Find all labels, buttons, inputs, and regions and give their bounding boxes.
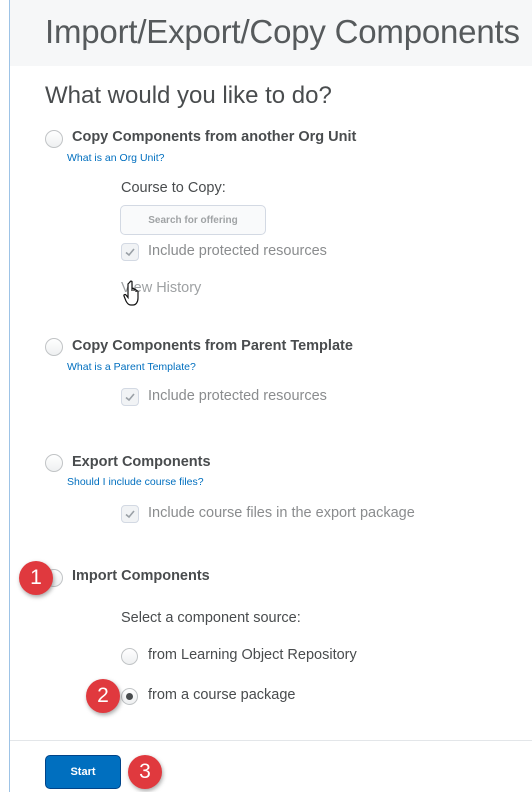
course-to-copy-label: Course to Copy: <box>121 180 226 196</box>
selected-dot-icon <box>126 693 133 700</box>
checkmark-icon <box>125 248 135 257</box>
import-export-panel: Import/Export/Copy Components What would… <box>9 0 532 792</box>
footer-divider <box>10 740 532 741</box>
radio-copy-from-org-unit[interactable] <box>45 130 63 148</box>
page-header: Import/Export/Copy Components <box>10 0 532 66</box>
source-course-package-label: from a course package <box>148 687 296 703</box>
export-components-label: Export Components <box>72 454 211 470</box>
radio-copy-from-parent-template[interactable] <box>45 338 63 356</box>
include-protected-label-parent: Include protected resources <box>148 388 327 404</box>
org-unit-help-link[interactable]: What is an Org Unit? <box>67 152 164 164</box>
copy-from-org-unit-label: Copy Components from another Org Unit <box>72 129 357 145</box>
callout-badge-3: 3 <box>128 755 162 789</box>
include-protected-label-org: Include protected resources <box>148 243 327 259</box>
hand-pointer-cursor-icon <box>123 280 139 306</box>
source-learning-object-repository-label: from Learning Object Repository <box>148 647 357 663</box>
search-offering-input[interactable] <box>120 205 266 235</box>
include-course-files-label: Include course files in the export packa… <box>148 505 415 521</box>
parent-template-help-link[interactable]: What is a Parent Template? <box>67 361 196 373</box>
import-components-label: Import Components <box>72 568 210 584</box>
checkmark-icon <box>125 510 135 519</box>
radio-export-components[interactable] <box>45 454 63 472</box>
callout-badge-2: 2 <box>86 679 120 713</box>
question-heading: What would you like to do? <box>45 82 332 109</box>
callout-badge-1: 1 <box>19 561 53 595</box>
checkmark-icon <box>125 393 135 402</box>
include-course-files-checkbox[interactable] <box>121 505 139 523</box>
page-title: Import/Export/Copy Components <box>45 13 520 50</box>
component-source-prompt: Select a component source: <box>121 610 301 626</box>
start-button[interactable]: Start <box>45 755 121 789</box>
copy-from-parent-template-label: Copy Components from Parent Template <box>72 338 353 354</box>
course-files-help-link[interactable]: Should I include course files? <box>67 476 204 488</box>
radio-source-learning-object-repository[interactable] <box>121 648 138 665</box>
include-protected-checkbox-parent[interactable] <box>121 388 139 406</box>
radio-source-course-package[interactable] <box>121 688 138 705</box>
include-protected-checkbox-org[interactable] <box>121 243 139 261</box>
